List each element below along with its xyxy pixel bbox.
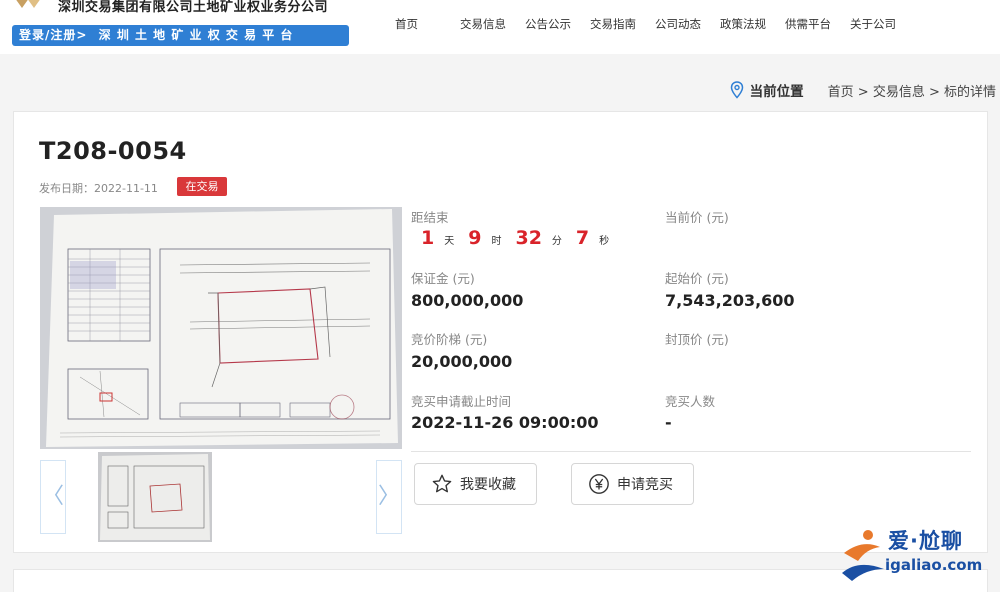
publish-date-value: 2022-11-11 [94,182,158,195]
login-register-text: 登录/注册> [19,28,88,42]
site-watermark: 爱·尬聊 igaliao.com [838,525,993,585]
watermark-domain: igaliao.com [885,556,983,574]
favorite-button[interactable]: 我要收藏 [414,463,537,505]
thumbnail-drawing [98,452,212,542]
listing-card: T208-0054 发布日期：2022-11-11 在交易 〈 〉 距结束 1 … [13,111,988,553]
breadcrumb-path[interactable]: 首页 > 交易信息 > 标的详情 [828,81,996,100]
increment-label: 竞价阶梯 (元) [411,332,488,347]
deposit-value: 800,000,000 [411,291,524,310]
publish-date-label: 发布日期： [39,182,94,195]
countdown-minutes-unit: 分 [551,236,562,247]
star-icon [432,474,452,493]
login-register-link[interactable]: 登录/注册> 深 圳 土 地 矿 业 权 交 易 平 台 [12,25,349,46]
apply-bid-button[interactable]: 申请竞买 [571,463,694,505]
nav-announcements[interactable]: 公告公示 [525,16,590,32]
countdown-days: 1 [421,227,435,249]
countdown-hours-unit: 时 [491,236,502,247]
deadline-label: 竞买申请截止时间 [411,394,512,409]
land-map-drawing [40,207,402,449]
start-price-value: 7,543,203,600 [665,291,795,310]
start-price-label: 起始价 (元) [665,271,729,286]
countdown-seconds-unit: 秒 [599,236,610,247]
company-name: 深圳交易集团有限公司土地矿业权业务分公司 [58,0,329,15]
logo-icon [16,0,40,8]
breadcrumb-label: 当前位置 [749,84,804,100]
nav-about[interactable]: 关于公司 [850,16,915,32]
location-pin-icon [730,81,743,99]
yen-coin-icon [589,474,609,494]
deadline-value: 2022-11-26 09:00:00 [411,413,599,432]
nav-trade-guide[interactable]: 交易指南 [590,16,655,32]
nav-policies[interactable]: 政策法规 [720,16,785,32]
nav-home[interactable]: 首页 [395,16,460,32]
publish-date: 发布日期：2022-11-11 [39,180,158,196]
platform-name: 深 圳 土 地 矿 业 权 交 易 平 台 [98,28,294,42]
nav-company-news[interactable]: 公司动态 [655,16,720,32]
thumbnail-prev-button[interactable]: 〈 [40,460,66,534]
nav-supply-demand[interactable]: 供需平台 [785,16,850,32]
status-badge: 在交易 [177,177,227,196]
countdown-minutes: 32 [515,227,542,249]
watermark-title: 爱·尬聊 [888,529,963,553]
favorite-button-label: 我要收藏 [460,477,516,493]
deposit-label: 保证金 (元) [411,271,475,286]
nav-trade-info[interactable]: 交易信息 [460,16,525,32]
listing-title: T208-0054 [39,137,187,165]
site-header: 深圳交易集团有限公司土地矿业权业务分公司 登录/注册> 深 圳 土 地 矿 业 … [0,0,1000,54]
info-divider [411,451,971,452]
countdown-label: 距结束 [411,210,449,225]
countdown-timer: 1 天 9 时 32 分 7 秒 [421,227,623,249]
breadcrumb: 当前位置 首页 > 交易信息 > 标的详情 [730,80,996,100]
countdown-seconds: 7 [575,227,590,249]
main-nav: 首页 交易信息 公告公示 交易指南 公司动态 政策法规 供需平台 关于公司 [395,16,915,32]
bidders-value: - [665,413,672,432]
bidders-label: 竞买人数 [665,394,716,409]
watermark-logo-icon [842,530,884,581]
cap-price-label: 封顶价 (元) [665,332,729,347]
increment-value: 20,000,000 [411,352,513,371]
thumbnail-image[interactable] [98,452,212,542]
countdown-hours: 9 [468,227,482,249]
current-price-label: 当前价 (元) [665,210,729,225]
apply-bid-button-label: 申请竞买 [617,477,673,493]
land-map-image[interactable] [40,207,402,449]
countdown-days-unit: 天 [444,236,455,247]
thumbnail-next-button[interactable]: 〉 [376,460,402,534]
